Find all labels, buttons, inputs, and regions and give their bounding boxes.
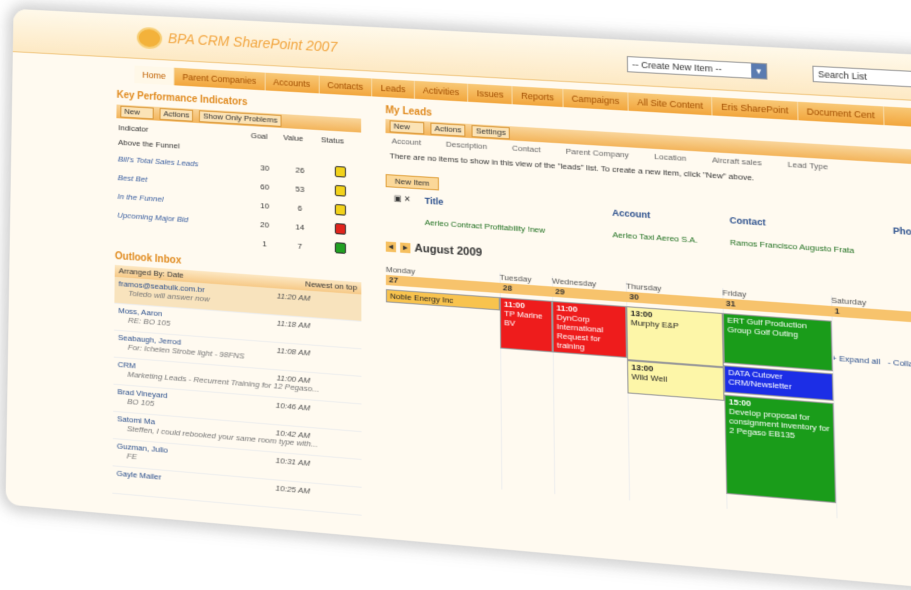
day-column: Saturday 1 (830, 295, 911, 526)
event-label: TP Marine BV (504, 308, 543, 329)
mail-time: 10:25 AM (275, 483, 311, 496)
calendar-event[interactable]: 13:00 Murphy E&P (626, 306, 724, 368)
calendar-event[interactable]: ERT Gulf Production Group Golf Outing (722, 312, 833, 372)
kpi-table: Indicator Goal Value Status Above the Fu… (115, 120, 361, 260)
col-location[interactable]: Location (654, 152, 686, 163)
kpi-new-button[interactable]: New (120, 105, 154, 120)
kpi-value: 14 (295, 222, 305, 233)
new-item-button[interactable]: New Item (385, 174, 439, 191)
site-title: BPA CRM SharePoint 2007 (167, 30, 338, 55)
tab-all-site-content[interactable]: All Site Content (628, 92, 713, 116)
leads-new-button[interactable]: New (389, 120, 425, 135)
tab-issues[interactable]: Issues (468, 83, 513, 105)
tab-contacts[interactable]: Contacts (319, 75, 373, 97)
event-label: Noble Energy Inc (390, 291, 454, 306)
kpi-value: 26 (295, 165, 305, 176)
calendar-month: August 2009 (414, 242, 483, 260)
kpi-indicator-link[interactable]: In the Funnel (117, 192, 163, 204)
kpi-actions-button[interactable]: Actions (159, 107, 194, 122)
tab-leads[interactable]: Leads (372, 78, 415, 99)
tab-eris-sharepoint[interactable]: Eris SharePoint (712, 97, 799, 121)
search-scope[interactable]: Search List (812, 65, 911, 89)
kpi-indicator-link[interactable]: Upcoming Major Bid (117, 211, 188, 225)
calendar-event[interactable]: 11:00 DynCorp International Request for … (552, 300, 627, 358)
tab-document-center[interactable]: Document Cent (797, 101, 885, 126)
col-lead-type[interactable]: Lead Type (788, 160, 829, 172)
event-label: ERT Gulf Production Group Golf Outing (727, 315, 807, 340)
col-contact[interactable]: Contact (512, 143, 541, 154)
event-label: DATA Cutover CRM/Newsletter (728, 367, 792, 392)
kpi-indicator-link[interactable]: Bill's Total Sales Leads (118, 155, 199, 169)
create-select-value: -- Create New Item -- (632, 59, 722, 75)
kpi-goal: 20 (260, 220, 270, 230)
col-aircraft-sales[interactable]: Aircraft sales (712, 155, 762, 167)
kpi-indicator-link[interactable]: Best Bet (118, 173, 148, 184)
status-green-icon (334, 242, 346, 254)
col-account[interactable]: Account (392, 136, 422, 147)
event-label: DynCorp International Request for traini… (556, 312, 604, 352)
status-yellow-icon (334, 203, 346, 216)
calendar-week: Monday 27 Tuesday 28 Wednesday 29 Thursd… (385, 264, 911, 528)
col-description[interactable]: Description (446, 140, 487, 152)
kpi-value: 7 (297, 241, 303, 251)
right-column: My Leads New Actions Settings Account De… (385, 105, 911, 590)
status-yellow-icon (334, 184, 346, 197)
kpi-goal: 1 (262, 239, 267, 249)
kpi-goal: 30 (260, 163, 270, 173)
tab-campaigns[interactable]: Campaigns (563, 88, 629, 111)
kpi-value: 6 (297, 203, 303, 213)
kpi-goal: 10 (260, 201, 270, 211)
tab-home[interactable]: Home (134, 65, 175, 86)
status-red-icon (334, 222, 346, 235)
calendar-event[interactable]: 15:00 Develop proposal for consignment i… (724, 394, 837, 504)
leads-actions-button[interactable]: Actions (430, 122, 466, 137)
left-column: Key Performance Indicators New Actions S… (112, 90, 362, 541)
tab-accounts[interactable]: Accounts (265, 72, 320, 94)
create-new-item-select[interactable]: -- Create New Item -- ▾ (626, 56, 768, 80)
prev-month-icon[interactable]: ◂ (385, 241, 397, 253)
site-logo-icon (136, 26, 163, 50)
leads-settings-button[interactable]: Settings (471, 125, 510, 140)
tab-reports[interactable]: Reports (512, 86, 564, 108)
col-parent-company[interactable]: Parent Company (566, 147, 629, 160)
tab-parent-companies[interactable]: Parent Companies (174, 67, 266, 91)
tab-activities[interactable]: Activities (414, 80, 469, 102)
kpi-goal: 60 (260, 182, 270, 192)
kpi-value: 53 (295, 184, 305, 194)
chevron-down-icon[interactable]: ▾ (751, 63, 767, 79)
app-window: BPA CRM SharePoint 2007 -- Create New It… (5, 8, 911, 590)
calendar-event[interactable]: 11:00 TP Marine BV (499, 297, 553, 353)
show-only-problems-button[interactable]: Show Only Problems (199, 110, 282, 127)
next-month-icon[interactable]: ▸ (400, 242, 411, 254)
status-yellow-icon (334, 165, 346, 178)
outlook-inbox: Outlook Inbox Arranged By: Date Newest o… (112, 251, 362, 516)
